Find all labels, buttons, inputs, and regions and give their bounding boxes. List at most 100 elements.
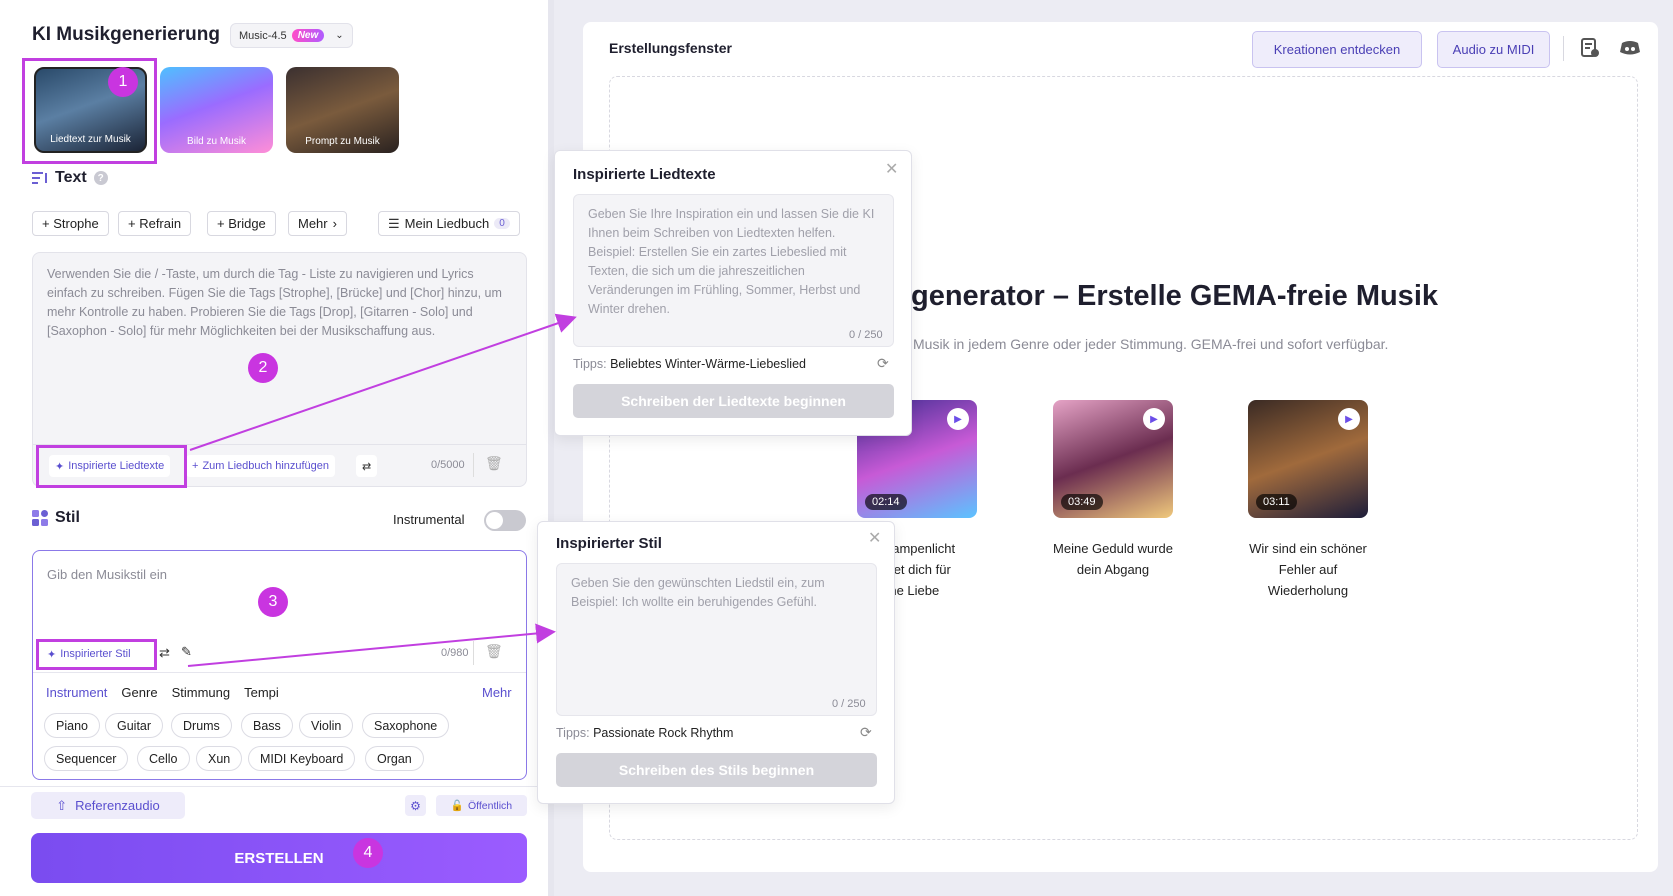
page-title: KI Musikgenerierung <box>32 24 220 45</box>
chip-bass[interactable]: Bass <box>241 713 293 738</box>
upload-icon: ⇧ <box>56 797 68 813</box>
model-select[interactable]: Music-4.5 New ⌄ <box>230 23 353 48</box>
trash-icon[interactable]: 🗑 <box>485 643 503 660</box>
visibility-label: Öffentlich <box>467 799 513 812</box>
chip-drums[interactable]: Drums <box>171 713 232 738</box>
add-to-songbook-button[interactable]: + Zum Liedbuch hinzufügen <box>186 455 336 477</box>
style-placeholder: Gib den Musikstil ein <box>47 567 167 582</box>
tips-value[interactable]: Passionate Rock Rhythm <box>593 726 733 740</box>
trash-icon[interactable]: 🗑 <box>485 455 503 472</box>
hero-title: generator – Erstelle GEMA-freie Musik <box>911 280 1438 312</box>
start-writing-style-button[interactable]: Schreiben des Stils beginnen <box>556 753 877 787</box>
chip-organ[interactable]: Organ <box>365 746 424 771</box>
highlight-box-3 <box>36 639 157 670</box>
callout-badge-2: 2 <box>248 353 278 383</box>
discord-icon[interactable] <box>1619 37 1641 59</box>
caption-line: Wiederholung <box>1267 583 1349 598</box>
chip-midi-keyboard[interactable]: MIDI Keyboard <box>248 746 356 771</box>
creation-window-title: Erstellungsfenster <box>609 40 732 56</box>
inspiration-placeholder: Geben Sie Ihre Inspiration ein und lasse… <box>588 207 875 316</box>
tips-row: Tipps: Beliebtes Winter-Wärme-Liebeslied <box>573 357 806 371</box>
chip-xun[interactable]: Xun <box>196 746 243 771</box>
mode-prompt-to-music[interactable]: Prompt zu Musik <box>286 67 399 153</box>
caption-line: Wir sind ein schöner <box>1249 541 1367 556</box>
refresh-icon[interactable]: ⟳ <box>860 724 872 741</box>
instrumental-label: Instrumental <box>393 512 465 527</box>
add-bridge-button[interactable]: + Bridge <box>207 211 276 236</box>
tips-value[interactable]: Beliebtes Winter-Wärme-Liebeslied <box>610 357 806 371</box>
callout-badge-3: 3 <box>258 587 288 617</box>
tab-mood[interactable]: Stimmung <box>172 685 231 700</box>
task-list-icon[interactable] <box>1579 37 1601 59</box>
instrumental-toggle[interactable] <box>484 510 526 531</box>
close-icon[interactable]: ✕ <box>868 528 881 548</box>
inspiration-input[interactable]: Geben Sie Ihre Inspiration ein und lasse… <box>573 194 894 347</box>
chip-sequencer[interactable]: Sequencer <box>44 746 129 771</box>
play-icon[interactable]: ▶ <box>1143 408 1165 430</box>
play-icon[interactable]: ▶ <box>947 408 969 430</box>
left-panel: KI Musikgenerierung Music-4.5 New ⌄ Lied… <box>0 0 548 896</box>
popup-counter: 0 / 250 <box>832 698 866 710</box>
song-card[interactable]: ▶ 03:49 <box>1053 400 1193 518</box>
highlight-box-1 <box>22 58 157 164</box>
mode-label: Prompt zu Musik <box>305 136 380 147</box>
chip-violin[interactable]: Violin <box>299 713 354 738</box>
gear-icon[interactable]: ⚙ <box>405 795 426 816</box>
inspired-style-popup: Inspirierter Stil ✕ Geben Sie den gewüns… <box>537 521 895 804</box>
help-icon[interactable]: ? <box>93 171 108 185</box>
reference-audio-button[interactable]: ⇧ Referenzaudio <box>31 792 185 819</box>
visibility-button[interactable]: 🔓 Öffentlich <box>436 795 527 816</box>
close-icon[interactable]: ✕ <box>885 159 898 179</box>
lyrics-icon <box>32 172 47 184</box>
plus-icon: + <box>192 460 199 472</box>
text-section-heading: Text ? <box>32 169 108 187</box>
chip-guitar[interactable]: Guitar <box>105 713 164 738</box>
tab-genre[interactable]: Genre <box>121 685 157 700</box>
divider <box>1563 36 1564 61</box>
style-inspiration-placeholder: Geben Sie den gewünschten Liedstil ein, … <box>571 576 825 609</box>
style-inspiration-input[interactable]: Geben Sie den gewünschten Liedstil ein, … <box>556 563 877 716</box>
chip-cello[interactable]: Cello <box>137 746 190 771</box>
divider <box>473 641 474 665</box>
tab-instrument[interactable]: Instrument <box>46 685 107 700</box>
refresh-icon[interactable]: ⟳ <box>877 355 889 372</box>
more-styles-link[interactable]: Mehr <box>482 685 512 700</box>
audio-to-midi-button[interactable]: Audio zu MIDI <box>1437 31 1550 68</box>
caption-line: Meine Geduld wurde <box>1053 541 1173 556</box>
mode-image-to-music[interactable]: Bild zu Musik <box>160 67 273 153</box>
play-icon[interactable]: ▶ <box>1338 408 1360 430</box>
discover-creations-button[interactable]: Kreationen entdecken <box>1252 31 1422 68</box>
divider <box>473 453 474 477</box>
add-chorus-button[interactable]: + Refrain <box>118 211 192 236</box>
start-writing-lyrics-button[interactable]: Schreiben der Liedtexte beginnen <box>573 384 894 418</box>
hero-subtitle: Musik in jedem Genre oder jeder Stimmung… <box>913 336 1389 352</box>
song-caption: Meine Geduld wurde dein Abgang <box>1043 538 1183 580</box>
song-duration: 03:49 <box>1061 494 1103 510</box>
lyrics-placeholder: Verwenden Sie die / -Taste, um durch die… <box>47 267 502 338</box>
song-caption: Wir sind ein schöner Fehler auf Wiederho… <box>1238 538 1378 601</box>
add-verse-button[interactable]: + Strophe <box>32 211 109 236</box>
songbook-label: Mein Liedbuch <box>404 216 490 231</box>
highlight-box-2 <box>36 445 187 488</box>
inspired-lyrics-popup: Inspirierte Liedtexte ✕ Geben Sie Ihre I… <box>554 150 912 436</box>
popup-title: Inspirierte Liedtexte <box>573 166 716 183</box>
song-duration: 02:14 <box>865 494 907 510</box>
tab-tempo[interactable]: Tempi <box>244 685 279 700</box>
caption-line: dein Abgang <box>1076 562 1150 577</box>
lock-edit-icon[interactable]: ✎ <box>181 644 192 660</box>
new-badge: New <box>291 29 325 42</box>
lyrics-counter: 0/5000 <box>431 459 465 471</box>
songbook-button[interactable]: ☰ Mein Liedbuch 0 <box>378 211 520 236</box>
text-heading-label: Text <box>55 169 87 186</box>
shuffle-icon[interactable]: ⇄ <box>356 455 378 477</box>
shuffle-icon[interactable]: ⇄ <box>159 645 170 661</box>
add-to-songbook-label: Zum Liedbuch hinzufügen <box>202 460 330 472</box>
popup-title: Inspirierter Stil <box>556 535 662 552</box>
create-button[interactable]: ERSTELLEN <box>31 833 527 883</box>
chip-saxophone[interactable]: Saxophone <box>362 713 450 738</box>
mode-label: Bild zu Musik <box>187 136 246 147</box>
song-card[interactable]: ▶ 03:11 <box>1248 400 1388 518</box>
songbook-count: 0 <box>494 218 510 229</box>
chip-piano[interactable]: Piano <box>44 713 100 738</box>
more-tags-button[interactable]: Mehr › <box>288 211 347 236</box>
